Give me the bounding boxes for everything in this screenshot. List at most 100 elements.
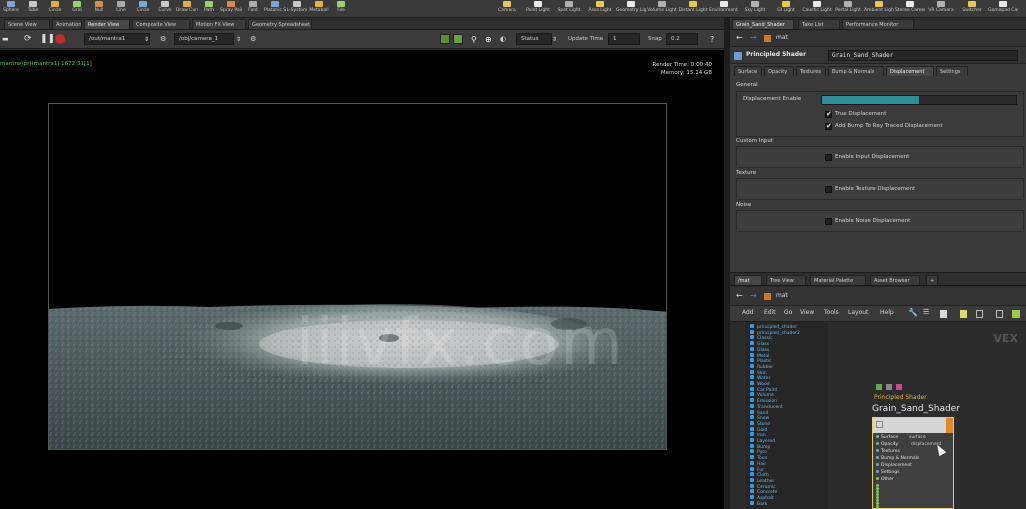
enable-noise-displacement-checkbox[interactable] <box>825 218 832 225</box>
right-pane-tab[interactable]: Take List <box>798 19 840 29</box>
shelf-tool[interactable]: Tube <box>22 1 44 17</box>
shelf-tool[interactable]: Stereo Camera <box>895 1 925 17</box>
viewport-tab[interactable]: Render View <box>84 19 130 29</box>
menu-add[interactable]: Add <box>742 309 754 316</box>
menu-view[interactable]: View <box>800 309 814 316</box>
viewport-tab[interactable]: Composite View <box>132 19 190 29</box>
parameter-tab[interactable]: Surface <box>734 66 762 76</box>
sticky-icon[interactable] <box>960 310 967 318</box>
render-node-field[interactable]: /out/mantra1 <box>84 33 150 45</box>
viewport-tab[interactable]: Geometry Spreadsheet <box>248 19 312 29</box>
chevron-down-icon[interactable]: ⇕ <box>236 34 241 45</box>
node-display-flag[interactable] <box>946 418 953 433</box>
shelf-tool[interactable]: Sphere <box>0 1 22 17</box>
shelf-tool[interactable]: Portal Light <box>833 1 863 17</box>
viewport-tab[interactable]: Motion FX View <box>192 19 246 29</box>
shelf-tool[interactable]: Camera <box>492 1 522 17</box>
right-pane-tab[interactable]: Performance Monitor <box>842 19 914 29</box>
node-extra-port[interactable] <box>876 505 881 509</box>
node-input-port[interactable]: Opacity <box>876 442 898 447</box>
output-surface-label[interactable]: surface <box>909 435 926 440</box>
parameter-tab[interactable]: Bump & Normals <box>828 66 884 76</box>
status-dropdown[interactable]: Status <box>516 33 552 45</box>
tab-menu-item[interactable]: Bark <box>750 500 767 508</box>
shelf-tool[interactable]: Area Light <box>585 1 615 17</box>
shelf-tool[interactable]: Curve <box>154 1 176 17</box>
parameter-tab[interactable]: Settings <box>936 66 968 76</box>
shelf-tool[interactable]: Grid <box>66 1 88 17</box>
network-tab[interactable]: Material Palette <box>810 275 866 285</box>
network-tab[interactable]: Tree View <box>766 275 806 285</box>
viewport-tab[interactable]: Animation Editor <box>52 19 82 29</box>
node-input-port[interactable]: Other <box>876 477 894 482</box>
parameter-tab[interactable]: Displacement <box>886 66 934 76</box>
add-bump-checkbox[interactable] <box>825 122 832 130</box>
shelf-tool[interactable]: Geometry Light <box>616 1 646 17</box>
shelf-tool[interactable]: Volume Light <box>647 1 677 17</box>
shelf-tool[interactable]: Sky Light <box>740 1 770 17</box>
node-flag-gray-icon[interactable] <box>886 384 892 390</box>
shelf-tool[interactable]: Draw Curve <box>176 1 198 17</box>
node-input-port[interactable]: Surface <box>876 435 898 440</box>
shelf-tool[interactable]: Environment Light <box>709 1 739 17</box>
shelf-tool[interactable]: Circle <box>132 1 154 17</box>
true-displacement-checkbox[interactable] <box>825 110 832 118</box>
shelf-tool[interactable]: Path <box>198 1 220 17</box>
forward-arrow-icon[interactable]: → <box>750 33 757 42</box>
node-input-port[interactable]: Settings <box>876 470 899 475</box>
menu-tools[interactable]: Tools <box>824 309 839 316</box>
menu-layout[interactable]: Layout <box>848 309 868 316</box>
render-image[interactable] <box>48 103 667 450</box>
shelf-tool[interactable]: Caustic Light <box>802 1 832 17</box>
node-info-icon[interactable] <box>876 421 883 428</box>
stop-icon[interactable] <box>55 34 65 44</box>
grid-icon[interactable] <box>996 310 1003 318</box>
shelf-tool[interactable]: Platonic Solids <box>264 1 286 17</box>
shelf-tool[interactable]: Circle <box>44 1 66 17</box>
enable-input-displacement-checkbox[interactable] <box>825 154 832 161</box>
shelf-tool[interactable]: VR Camera <box>926 1 956 17</box>
menu-arrow-icon[interactable]: ▬ <box>2 34 9 45</box>
forward-arrow-icon[interactable]: → <box>750 291 757 300</box>
zoom-icon[interactable]: ⊕ <box>485 34 492 45</box>
menu-go[interactable]: Go <box>784 309 792 316</box>
network-path-label[interactable]: mat <box>776 292 788 299</box>
shelf-tool[interactable]: GI Light <box>771 1 801 17</box>
shelf-tool[interactable]: L-System <box>286 1 308 17</box>
viewport-tab[interactable]: Scene View <box>4 19 50 29</box>
network-tab[interactable]: Asset Browser <box>870 275 920 285</box>
menu-edit[interactable]: Edit <box>764 309 776 316</box>
render-view[interactable]: mantra(ipr)(mantra1) 1672:31[1] Render T… <box>0 50 724 509</box>
wrench-icon[interactable]: 🔧 <box>908 308 918 317</box>
node-name-field[interactable]: Grain_Sand_Shader <box>828 50 1018 61</box>
network-tab[interactable]: /mat <box>734 275 762 285</box>
shelf-tool[interactable]: Distant Light <box>678 1 708 17</box>
shelf-tool[interactable]: Switcher <box>957 1 987 17</box>
right-pane-tab[interactable]: Grain_Sand_Shader <box>732 19 794 29</box>
chevron-down-icon[interactable]: ⇕ <box>144 34 149 45</box>
shelf-tool[interactable]: Font <box>242 1 264 17</box>
camera-menu-icon[interactable]: ⚙ <box>160 34 166 45</box>
back-arrow-icon[interactable]: ← <box>736 291 743 300</box>
shelf-tool[interactable]: Spray Paint <box>220 1 242 17</box>
shelf-tool[interactable]: Spot Light <box>554 1 584 17</box>
parameter-tab[interactable]: Opacity <box>764 66 794 76</box>
list-icon[interactable]: ☰ <box>923 308 929 316</box>
pin-icon[interactable]: ⚲ <box>471 34 477 45</box>
back-arrow-icon[interactable]: ← <box>736 33 743 42</box>
note-icon[interactable] <box>940 310 947 318</box>
camera-settings-icon[interactable]: ⚙ <box>250 34 256 45</box>
help-icon[interactable]: ? <box>710 34 714 45</box>
shelf-tool[interactable]: Ambient Light <box>864 1 894 17</box>
refresh-icon[interactable]: ⟳ <box>24 34 32 45</box>
node-flag-pink-icon[interactable] <box>896 384 902 390</box>
parameter-tab[interactable]: Textures <box>796 66 826 76</box>
region-icon[interactable] <box>453 34 463 44</box>
pause-icon[interactable]: ❚❚ <box>40 34 55 45</box>
principled-shader-node[interactable]: Surface Opacity Textures Bump & Normals Disp… <box>872 417 954 509</box>
enable-texture-displacement-checkbox[interactable] <box>825 186 832 193</box>
update-time-field[interactable]: 1 <box>608 33 640 45</box>
snap-field[interactable]: 0.2 <box>666 33 698 45</box>
node-flag-green-icon[interactable] <box>876 384 882 390</box>
menu-help[interactable]: Help <box>880 309 894 316</box>
